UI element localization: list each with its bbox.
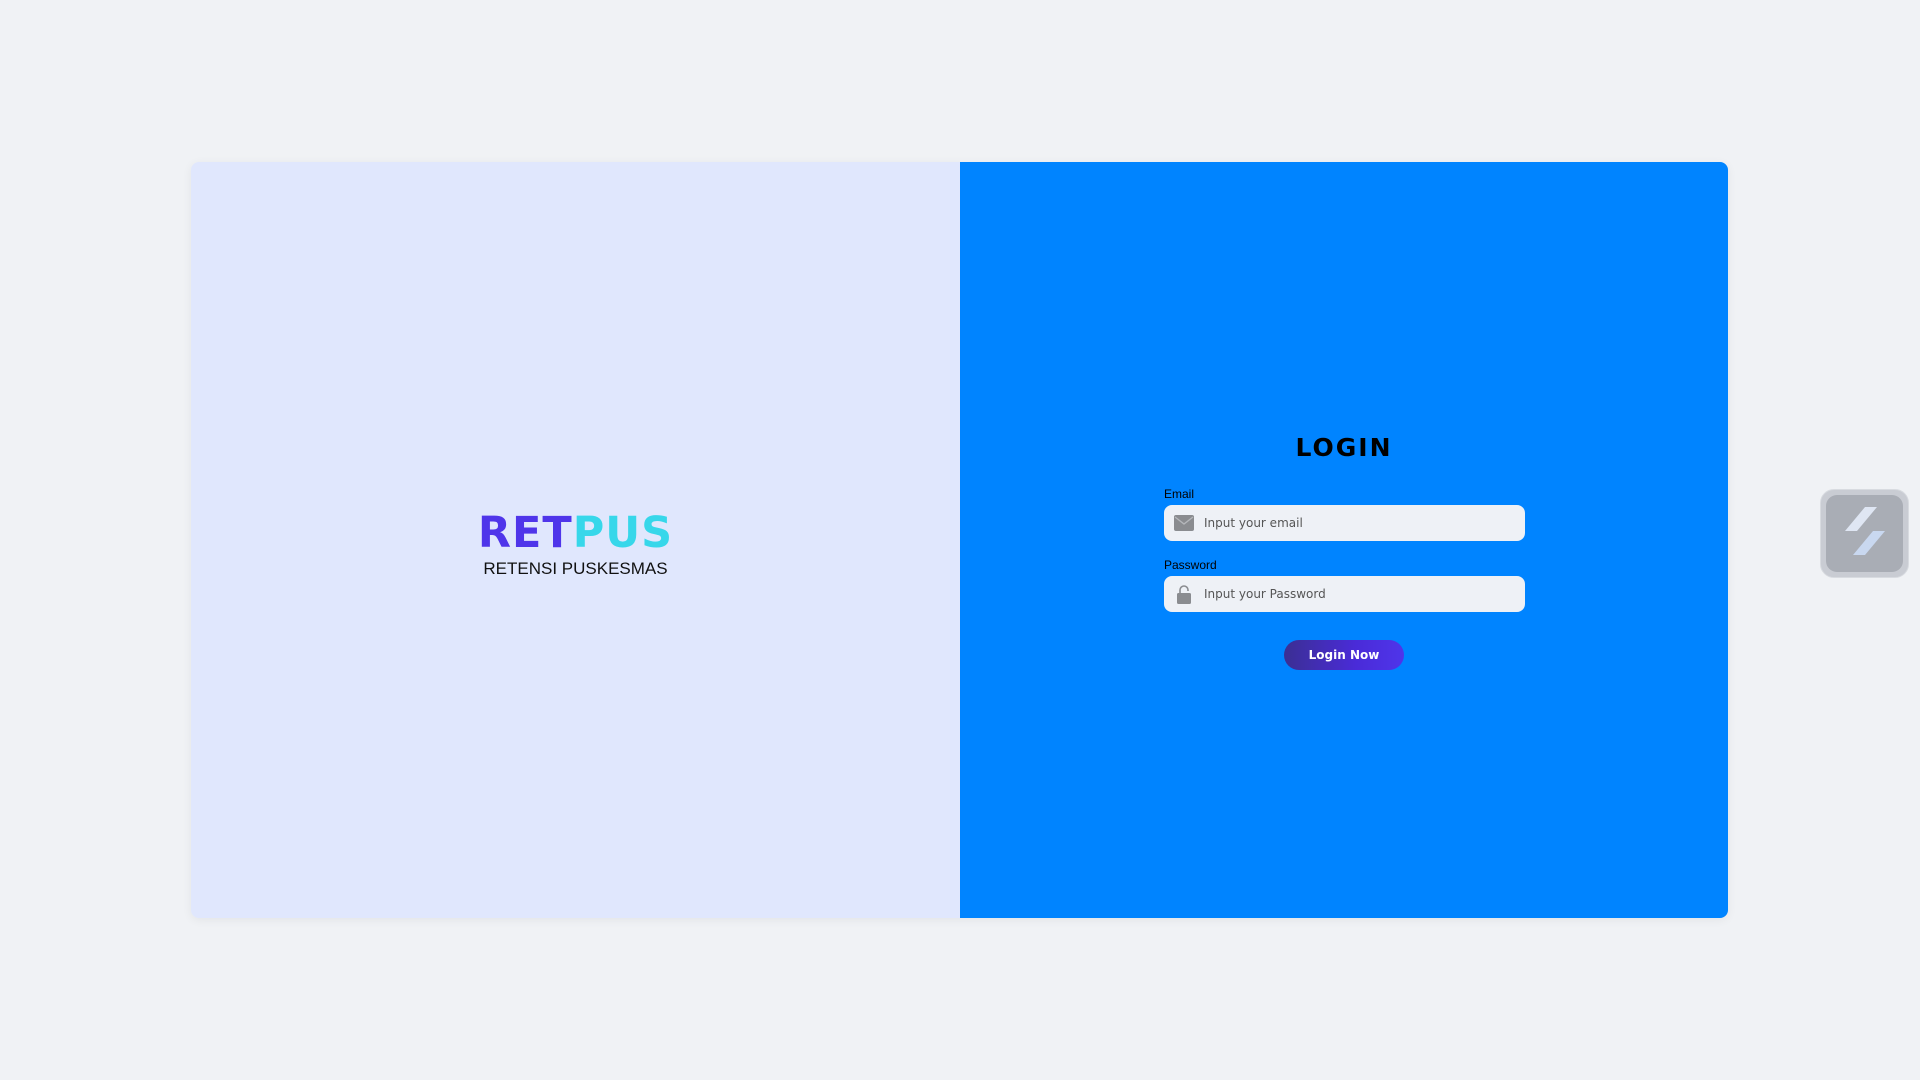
password-label: Password: [1164, 558, 1217, 572]
brand-block: RETPUS RETENSI PUSKESMAS: [191, 509, 960, 579]
envelope-icon: [1174, 513, 1194, 533]
email-label: Email: [1164, 487, 1195, 501]
lock-icon: [1174, 584, 1194, 604]
brand-logo: RETPUS: [478, 509, 673, 557]
password-input[interactable]: [1204, 587, 1504, 601]
brand-logo-ret: RET: [477, 508, 573, 558]
slash-stripes-icon: [1843, 505, 1887, 562]
email-field[interactable]: [1164, 505, 1525, 541]
brand-logo-pus: PUS: [572, 508, 674, 558]
floating-widget-button[interactable]: [1820, 489, 1909, 578]
login-title: LOGIN: [1295, 433, 1393, 462]
email-input[interactable]: [1204, 516, 1504, 530]
login-now-button[interactable]: Login Now: [1284, 640, 1404, 670]
brand-panel: RETPUS RETENSI PUSKESMAS: [191, 162, 960, 918]
floating-widget-inner: [1826, 495, 1903, 572]
brand-subtitle: RETENSI PUSKESMAS: [483, 559, 668, 578]
password-field[interactable]: [1164, 576, 1525, 612]
